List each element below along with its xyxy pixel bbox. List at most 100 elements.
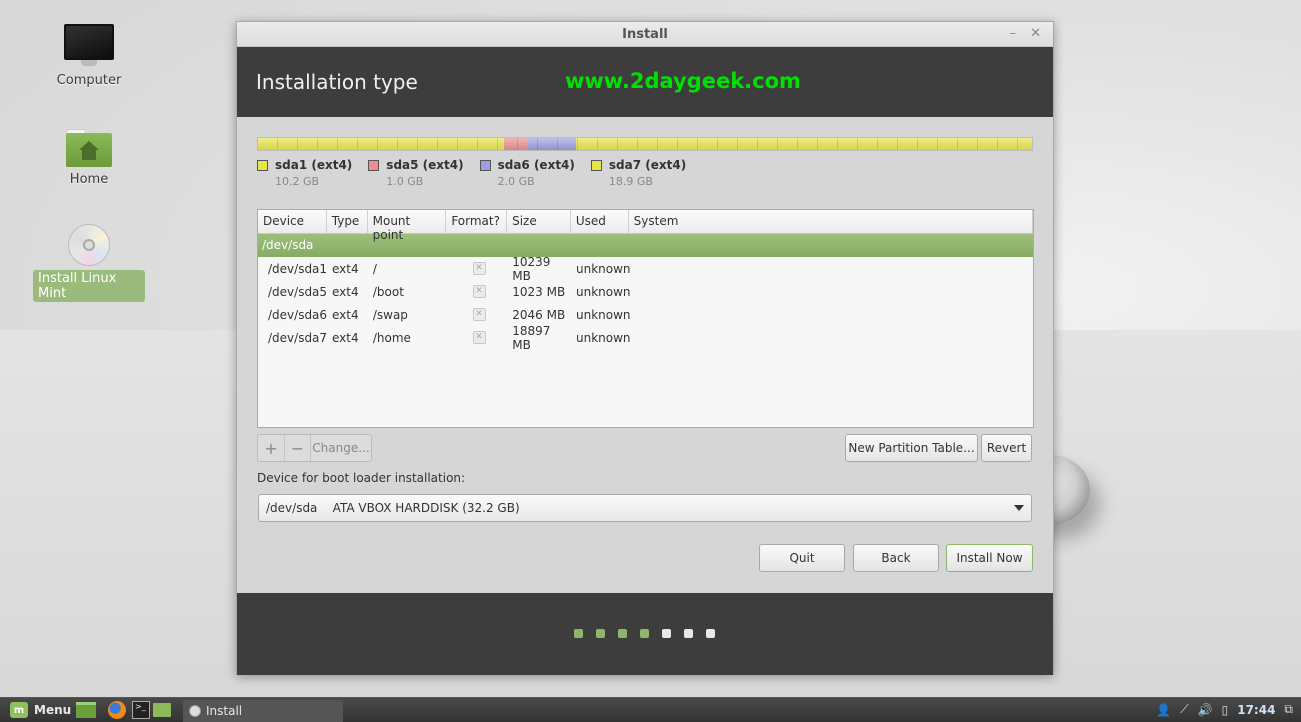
add-partition-button[interactable]: + — [258, 435, 285, 461]
cell-size: 10239 MB — [512, 254, 551, 283]
column-header-type[interactable]: Type — [327, 210, 368, 233]
power-icon[interactable]: ▯ — [1222, 703, 1229, 717]
cell-mount: / — [372, 261, 377, 276]
desktop-icon-home[interactable]: Home — [33, 129, 145, 188]
format-checkbox-cell: ✕ — [447, 331, 508, 344]
progress-dot — [684, 629, 693, 638]
revert-button[interactable]: Revert — [981, 434, 1032, 462]
desktop-icon-computer[interactable]: Computer — [33, 24, 145, 89]
progress-dot — [662, 629, 671, 638]
cell-type: ext4 — [332, 330, 359, 345]
desktop-icon-label: Install Linux Mint — [33, 270, 145, 302]
desktop-icon-label: Home — [69, 172, 109, 187]
progress-dots — [574, 629, 715, 638]
table-row[interactable]: /dev/sda7 ext4/home ✕ 18897 MB unknown — [258, 323, 1033, 352]
new-partition-table-button[interactable]: New Partition Table... — [845, 434, 978, 462]
remove-partition-button[interactable]: − — [285, 435, 311, 461]
install-window: Install – ✕ Installation type www.2dayge… — [236, 21, 1054, 675]
cell-device: /dev/sda6 — [268, 307, 328, 322]
table-header: Device Type Mount point Format? Size Used Syst… — [258, 210, 1033, 242]
mint-menu-icon: m — [10, 702, 28, 718]
close-button[interactable]: ✕ — [1030, 26, 1041, 41]
progress-dot — [706, 629, 715, 638]
clock[interactable]: 17:44 — [1237, 703, 1275, 717]
taskbar-window-install[interactable]: Install — [183, 700, 343, 722]
minimize-button[interactable]: – — [1010, 26, 1017, 41]
menu-button[interactable]: m Menu — [0, 698, 71, 722]
progress-dot — [574, 629, 583, 638]
dropdown-arrow-icon — [1014, 505, 1024, 511]
cell-type: ext4 — [332, 261, 359, 276]
workspace-switcher-icon[interactable]: ⧉ — [1284, 702, 1293, 717]
table-row[interactable]: /dev/sda1 ext4 / ✕ 10239 MB unknown — [258, 254, 1033, 283]
volume-icon[interactable]: 🔊 — [1198, 703, 1213, 717]
column-header-format[interactable]: Format? — [446, 210, 508, 233]
back-button[interactable]: Back — [853, 544, 939, 572]
desktop-icon-label: Computer — [56, 73, 122, 88]
quit-button[interactable]: Quit — [759, 544, 845, 572]
page-title: Installation type — [256, 70, 418, 94]
change-partition-button[interactable]: Change... — [311, 435, 371, 461]
desktop-icon-install-linux-mint[interactable]: Install Linux Mint — [33, 224, 145, 302]
window-title: Install — [622, 26, 668, 42]
cell-mount: /boot — [372, 284, 404, 299]
column-header-system[interactable]: System — [629, 210, 1033, 233]
home-folder-icon — [66, 129, 112, 167]
cell-device: /dev/sda7 — [268, 330, 328, 345]
files-icon[interactable] — [153, 703, 171, 717]
install-now-button[interactable]: Install Now — [946, 544, 1033, 572]
terminal-icon[interactable]: >_ — [132, 701, 150, 719]
bootloader-device-select[interactable]: /dev/sda ATA VBOX HARDDISK (32.2 GB) — [258, 494, 1032, 522]
legend-item: sda5 (ext4) 1.0 GB — [368, 158, 464, 188]
legend-swatch — [368, 159, 380, 171]
cell-used: unknown — [575, 284, 631, 299]
user-icon[interactable]: 👤 — [1156, 703, 1171, 717]
progress-footer — [237, 593, 1053, 675]
legend-item: sda7 (ext4) 18.9 GB — [590, 158, 686, 188]
partition-toolbar: + − Change... — [257, 434, 372, 462]
partition-bar-grid — [258, 138, 1032, 150]
legend-size: 10.2 GB — [275, 175, 320, 188]
bootloader-selected-value: /dev/sda ATA VBOX HARDDISK (32.2 GB) — [266, 501, 520, 515]
column-header-device[interactable]: Device — [258, 210, 327, 233]
legend-size: 2.0 GB — [497, 175, 535, 188]
firefox-icon[interactable] — [108, 701, 126, 719]
cd-icon — [68, 224, 110, 266]
format-checkbox[interactable]: ✕ — [472, 285, 486, 298]
cell-size: 2046 MB — [512, 307, 566, 322]
page-header: Installation type www.2daygeek.com — [237, 47, 1053, 117]
cell-size: 1023 MB — [512, 284, 566, 299]
column-header-used[interactable]: Used — [571, 210, 629, 233]
legend-swatch — [257, 159, 268, 171]
format-checkbox-cell: ✕ — [447, 262, 508, 275]
column-header-size[interactable]: Size — [507, 210, 571, 233]
format-checkbox[interactable]: ✕ — [472, 331, 486, 344]
format-checkbox-cell: ✕ — [447, 308, 508, 321]
network-icon[interactable]: ⟋ — [1180, 702, 1188, 717]
legend-name: sda6 (ext4) — [497, 158, 575, 172]
taskbar: m Menu >_ Install 👤 ⟋ 🔊 ▯ 17:44 ⧉ — [0, 697, 1301, 722]
show-desktop-icon[interactable] — [76, 702, 96, 718]
cell-used: unknown — [575, 307, 631, 322]
cell-used: unknown — [575, 261, 631, 276]
legend-size: 18.9 GB — [608, 175, 653, 188]
partition-table: Device Type Mount point Format? Size Used Syst… — [257, 209, 1034, 428]
progress-dot — [640, 629, 649, 638]
format-checkbox-cell: ✕ — [447, 285, 508, 298]
legend-item: sda6 (ext4) 2.0 GB — [479, 158, 575, 188]
cell-type: ext4 — [332, 284, 359, 299]
partition-bar — [257, 137, 1033, 151]
menu-label: Menu — [34, 703, 72, 717]
legend-item: sda1 (ext4) 10.2 GB — [257, 158, 352, 188]
column-header-mount-point[interactable]: Mount point — [368, 210, 447, 242]
table-row[interactable]: /dev/sda6 ext4/swap ✕ 2046 MB unknown — [258, 303, 1033, 326]
format-checkbox[interactable]: ✕ — [472, 262, 486, 275]
progress-dot — [596, 629, 605, 638]
cd-icon — [189, 705, 201, 717]
computer-icon — [64, 24, 114, 68]
table-row[interactable]: /dev/sda5 ext4/boot ✕ 1023 MB unknown — [258, 280, 1033, 303]
cell-size: 18897 MB — [512, 323, 551, 352]
window-titlebar[interactable]: Install – ✕ — [237, 22, 1053, 47]
legend-size: 1.0 GB — [386, 175, 424, 188]
format-checkbox[interactable]: ✕ — [472, 308, 486, 321]
